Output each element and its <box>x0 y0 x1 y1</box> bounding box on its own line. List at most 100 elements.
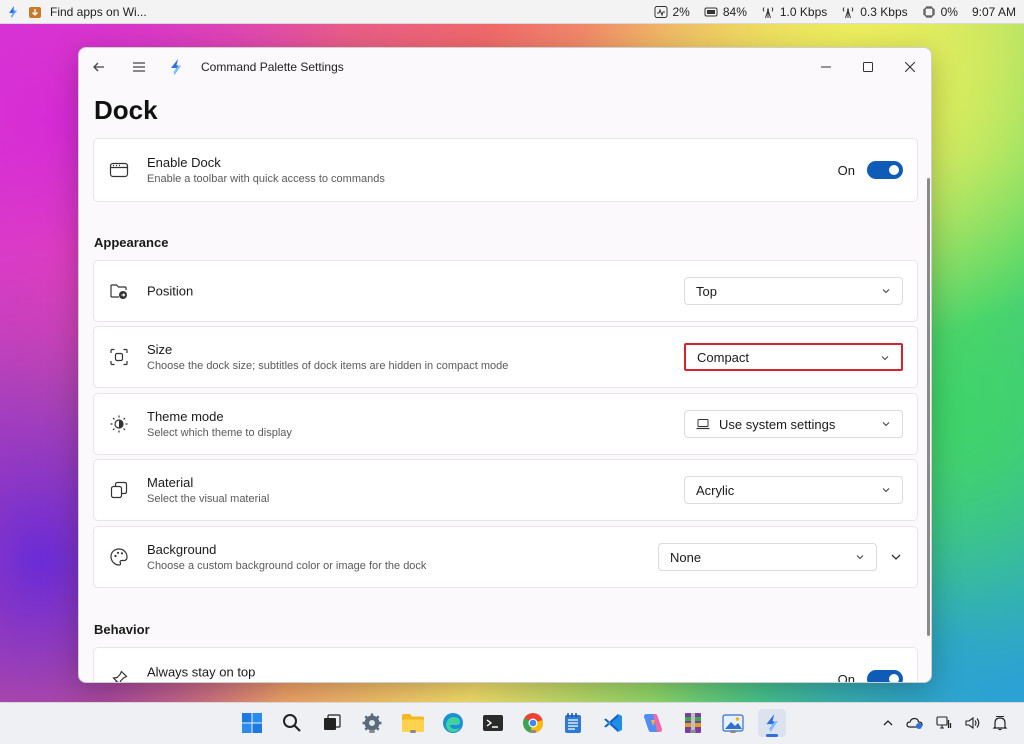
search-icon <box>283 714 301 732</box>
chevron-up-icon[interactable] <box>882 717 894 729</box>
settings-app[interactable] <box>360 711 384 735</box>
battery-stat: 84% <box>704 5 747 19</box>
antenna-icon <box>761 5 775 19</box>
background-card: Background Choose a custom background co… <box>93 526 918 588</box>
notification-bell-icon[interactable] <box>992 715 1008 731</box>
window-title: Command Palette Settings <box>201 60 344 74</box>
enable-dock-desc: Enable a toolbar with quick access to co… <box>147 173 385 185</box>
activity-icon <box>654 5 668 19</box>
theme-mode-label: Theme mode <box>147 409 224 424</box>
find-apps-text[interactable]: Find apps on Wi... <box>50 5 147 19</box>
system-tray <box>882 715 1008 731</box>
chevron-down-icon <box>881 356 889 361</box>
enable-dock-label: Enable Dock <box>147 155 221 170</box>
edge-app[interactable] <box>441 711 465 735</box>
start-button[interactable] <box>240 711 264 735</box>
store-icon[interactable] <box>28 5 42 19</box>
position-label: Position <box>147 283 194 299</box>
task-view-button[interactable] <box>320 711 344 735</box>
copilot-app[interactable] <box>641 711 665 735</box>
background-label: Background <box>147 542 217 557</box>
upload-value: 0.3 Kbps <box>860 4 908 19</box>
terminal-icon <box>483 715 503 731</box>
dock-window-icon <box>109 162 129 178</box>
folder-arrow-icon <box>110 284 127 299</box>
winrar-app[interactable] <box>681 711 705 735</box>
back-button[interactable] <box>79 48 119 86</box>
status-bar: Find apps on Wi... 2% 84% 1.0 Kbps 0.3 K… <box>0 0 1024 24</box>
enable-dock-toggle[interactable] <box>867 161 903 179</box>
volume-icon[interactable] <box>964 716 980 730</box>
size-label: Size <box>147 342 173 357</box>
photos-app[interactable] <box>721 711 745 735</box>
download-value: 1.0 Kbps <box>779 4 828 19</box>
scrollbar[interactable] <box>927 178 930 636</box>
file-explorer-app[interactable] <box>401 711 425 735</box>
minimize-icon <box>821 66 831 68</box>
taskbar <box>0 702 1024 744</box>
theme-mode-dropdown[interactable]: Use system settings <box>684 410 903 438</box>
settings-window: Command Palette Settings Dock Enable Doc… <box>78 47 932 683</box>
terminal-app[interactable] <box>481 711 505 735</box>
maximize-button[interactable] <box>847 52 889 82</box>
network-icon[interactable] <box>936 716 952 730</box>
vscode-app[interactable] <box>601 711 625 735</box>
search-button[interactable] <box>280 711 304 735</box>
behavior-heading: Behavior <box>94 622 150 637</box>
back-arrow-icon <box>93 62 104 72</box>
always-on-top-label: Always stay on top <box>147 664 256 680</box>
background-dropdown[interactable]: None <box>658 543 877 571</box>
theme-mode-value: Use system settings <box>719 416 836 432</box>
maximize-icon <box>863 62 873 72</box>
memory-stat: 0% <box>922 5 958 19</box>
chrome-app[interactable] <box>521 711 545 735</box>
size-value: Compact <box>697 349 750 365</box>
edge-icon <box>443 713 463 733</box>
chevron-down-icon <box>882 422 890 427</box>
size-dropdown[interactable]: Compact <box>684 343 903 371</box>
close-icon <box>905 62 915 72</box>
cpu-value: 2% <box>672 4 690 19</box>
memory-value: 0% <box>940 4 958 19</box>
size-card: Size Choose the dock size; subtitles of … <box>93 326 918 388</box>
cpu-stat: 2% <box>654 5 690 19</box>
always-on-top-state: On <box>837 671 855 683</box>
material-card: Material Select the visual material Acry… <box>93 459 918 521</box>
clock[interactable]: 9:07 AM <box>972 5 1016 19</box>
copilot-icon <box>643 714 663 732</box>
code-icon <box>604 714 622 732</box>
always-on-top-toggle[interactable] <box>867 670 903 682</box>
minimize-button[interactable] <box>805 52 847 82</box>
notepad-icon <box>565 713 581 733</box>
upload-stat: 0.3 Kbps <box>841 4 908 19</box>
command-palette-icon <box>167 58 189 76</box>
close-button[interactable] <box>889 52 931 82</box>
theme-mode-desc: Select which theme to display <box>147 427 292 439</box>
pin-icon <box>112 670 128 682</box>
material-label: Material <box>147 475 194 490</box>
background-value: None <box>670 549 702 565</box>
appearance-heading: Appearance <box>94 235 169 250</box>
laptop-icon <box>696 418 710 430</box>
battery-value: 84% <box>722 4 747 19</box>
size-desc: Choose the dock size; subtitles of dock … <box>147 360 509 372</box>
layers-icon <box>110 481 128 499</box>
resize-icon <box>110 348 128 366</box>
chevron-down-icon <box>856 555 864 560</box>
chevron-down-icon <box>882 488 890 493</box>
task-view-icon <box>324 714 341 730</box>
material-dropdown[interactable]: Acrylic <box>684 476 903 504</box>
enable-dock-card: Enable Dock Enable a toolbar with quick … <box>93 138 918 202</box>
notepad-app[interactable] <box>561 711 585 735</box>
expand-chevron-icon[interactable] <box>890 551 902 563</box>
download-stat: 1.0 Kbps <box>761 5 827 19</box>
chip-icon <box>922 5 936 19</box>
enable-dock-state: On <box>837 162 855 178</box>
position-dropdown[interactable]: Top <box>684 277 903 305</box>
background-desc: Choose a custom background color or imag… <box>147 560 427 572</box>
menu-button[interactable] <box>119 48 159 86</box>
command-palette-app[interactable] <box>758 709 786 737</box>
command-palette-icon[interactable] <box>6 5 20 19</box>
onedrive-icon[interactable] <box>906 716 924 730</box>
antenna-icon <box>841 5 855 19</box>
